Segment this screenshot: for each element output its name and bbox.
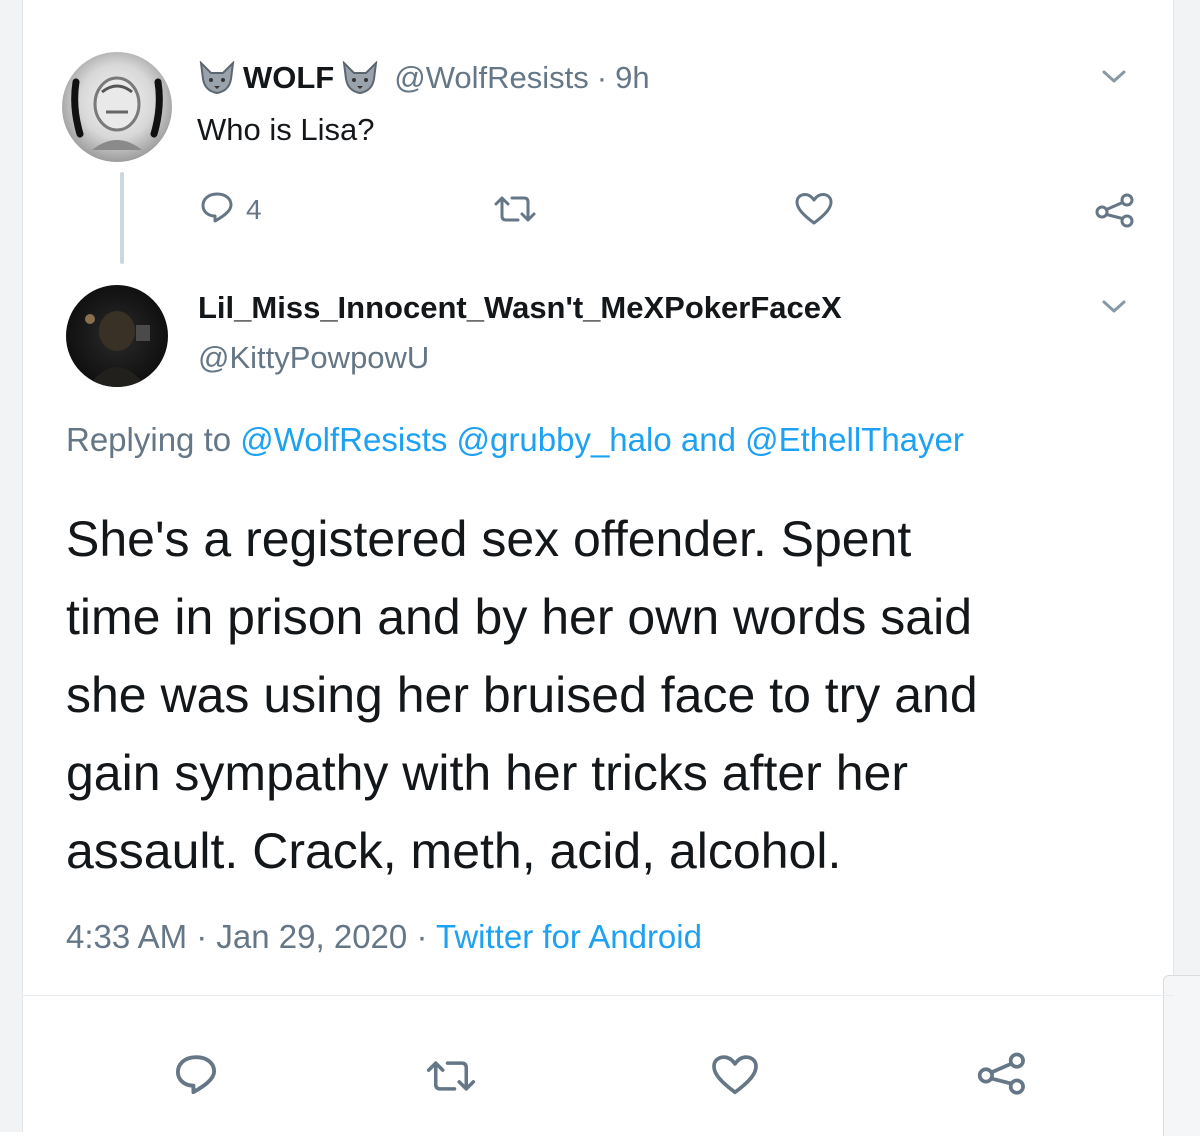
tweet-text-line: She's a registered sex offender. Spent: [66, 511, 912, 567]
parent-retweet-button[interactable]: [492, 194, 538, 229]
meta-separator: ·: [196, 918, 208, 955]
parent-tweet-text: Who is Lisa?: [197, 112, 375, 147]
parent-action-bar: 4: [0, 188, 1200, 232]
parent-reply-count: 4: [246, 193, 262, 225]
tweet-time[interactable]: 4:33 AM: [66, 918, 187, 955]
header-separator: ·: [596, 60, 608, 95]
mention-link[interactable]: @grubby_halo: [457, 421, 672, 458]
parent-timestamp[interactable]: 9h: [615, 60, 649, 96]
mention-link[interactable]: @EthellThayer: [745, 421, 964, 458]
replying-and-text: and: [680, 421, 736, 458]
reply-action-bar: [0, 1048, 1200, 1100]
wolf-avatar[interactable]: [62, 52, 172, 162]
reply-display-name[interactable]: Lil_Miss_Innocent_Wasn't_MeXPokerFaceX: [198, 290, 842, 326]
tweet-text-line: time in prison and by her own words said: [66, 589, 973, 645]
tweet-text-line: she was using her bruised face to try an…: [66, 667, 978, 723]
retweet-icon: [424, 1058, 478, 1099]
tweet-text-line: gain sympathy with her tricks after her: [66, 745, 908, 801]
like-button[interactable]: [710, 1054, 760, 1101]
replying-to-line: Replying to @WolfResists @grubby_halo an…: [66, 421, 964, 459]
chevron-down-icon[interactable]: [1094, 292, 1134, 322]
heart-icon: [710, 1054, 760, 1101]
tweet-source-link[interactable]: Twitter for Android: [436, 918, 702, 955]
retweet-icon: [492, 194, 538, 229]
parent-handle[interactable]: @WolfResists: [394, 60, 589, 96]
right-frame-edge: [1173, 0, 1200, 1132]
reply-handle[interactable]: @KittyPowpowU: [198, 340, 429, 376]
replying-prefix: Replying to: [66, 421, 232, 458]
share-icon: [976, 1050, 1028, 1101]
chevron-down-icon[interactable]: [1094, 62, 1134, 92]
kitty-avatar[interactable]: [66, 285, 168, 387]
reply-bubble-icon: [200, 190, 234, 229]
tweet-date[interactable]: Jan 29, 2020: [216, 918, 407, 955]
share-button[interactable]: [976, 1050, 1028, 1101]
parent-display-name[interactable]: WOLF: [243, 60, 334, 96]
fox-emoji-icon: [340, 61, 380, 95]
reply-bubble-icon: [174, 1052, 218, 1101]
left-frame-edge: [0, 0, 23, 1132]
divider-line: [22, 995, 1174, 996]
parent-like-button[interactable]: [794, 192, 834, 231]
retweet-button[interactable]: [424, 1058, 478, 1099]
tweet-text-line: assault. Crack, meth, acid, alcohol.: [66, 823, 842, 879]
share-icon: [1094, 192, 1136, 233]
parent-share-button[interactable]: [1094, 192, 1136, 233]
tweet-meta: 4:33 AM · Jan 29, 2020 · Twitter for And…: [66, 918, 702, 956]
fox-emoji-icon: [197, 61, 237, 95]
reply-tweet-text: She's a registered sex offender. Spent t…: [66, 500, 1156, 890]
parent-reply-button[interactable]: 4: [200, 190, 262, 229]
mention-link[interactable]: @WolfResists: [240, 421, 447, 458]
meta-separator: ·: [416, 918, 428, 955]
heart-icon: [794, 192, 834, 231]
reply-button[interactable]: [174, 1052, 218, 1101]
parent-tweet-header: WOLF @WolfResists · 9h: [197, 58, 650, 98]
